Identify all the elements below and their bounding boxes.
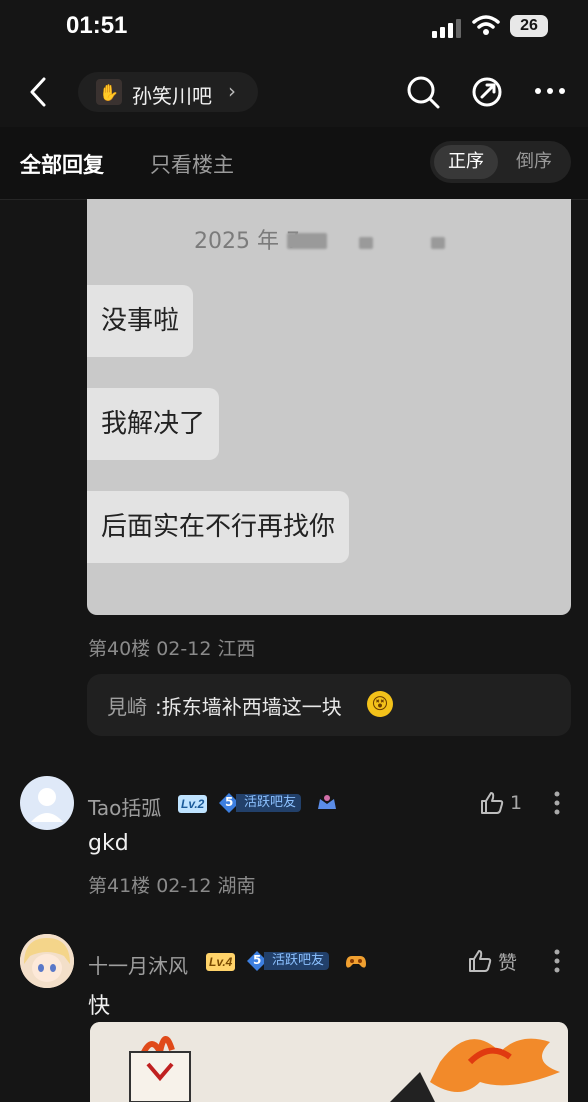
- meme-image-icon: [90, 1022, 568, 1102]
- search-icon[interactable]: [406, 75, 440, 109]
- badge-number: 5: [253, 953, 262, 967]
- post-content: 快: [88, 994, 111, 1019]
- post-image-meme[interactable]: [90, 1022, 568, 1102]
- chat-bubble: 没事啦: [87, 285, 194, 357]
- redacted-block: [431, 237, 445, 249]
- badge-label: 活跃吧友: [236, 794, 302, 812]
- share-icon[interactable]: [470, 75, 504, 109]
- more-options-icon[interactable]: [534, 85, 566, 97]
- game-controller-badge-icon: [346, 956, 366, 968]
- thumbs-up-icon[interactable]: [479, 790, 505, 816]
- back-arrow-icon[interactable]: [24, 75, 54, 109]
- cellular-signal-icon: [432, 19, 461, 38]
- level-badge: Lv.4: [206, 953, 236, 971]
- chat-bubble: 我解决了: [87, 388, 220, 460]
- dizzy-face-emoji-icon: 😵: [367, 691, 393, 717]
- post-floor-meta: 第40楼 02-12 江西: [88, 638, 256, 660]
- sort-toggle: 正序 倒序: [430, 141, 571, 183]
- tab-owner-only[interactable]: 只看楼主: [150, 149, 234, 179]
- top-nav-bar: ✋ 孙笑川吧 ›: [0, 55, 588, 127]
- username[interactable]: 十一月沐风: [88, 950, 188, 979]
- redacted-block: [359, 237, 373, 249]
- redacted-block: [287, 233, 327, 249]
- chat-bubble: 后面实在不行再找你: [87, 491, 350, 563]
- battery-indicator: 26: [510, 15, 548, 37]
- sub-reply-text: :拆东墙补西墙这一块: [155, 695, 342, 719]
- post-content: gkd: [88, 831, 129, 856]
- username[interactable]: Tao括弧: [88, 792, 161, 821]
- status-time: 01:51: [66, 12, 128, 39]
- forum-entry-button[interactable]: ✋ 孙笑川吧 ›: [78, 72, 258, 112]
- post-more-icon[interactable]: [554, 949, 560, 973]
- like-count: 1: [510, 792, 523, 814]
- chevron-right-icon: ›: [228, 79, 236, 103]
- sub-reply-author[interactable]: 見崎: [107, 691, 147, 720]
- thumbs-up-icon[interactable]: [467, 948, 493, 974]
- level-badge: Lv.2: [178, 795, 208, 813]
- chat-date-text: 2025 年 7: [194, 229, 300, 254]
- status-bar: 01:51 26: [0, 0, 588, 55]
- post-floor-meta: 第41楼 02-12 湖南: [88, 875, 256, 897]
- user-avatar[interactable]: [20, 776, 74, 830]
- sort-ascending-button[interactable]: 正序: [434, 145, 498, 179]
- sub-reply-box[interactable]: 見崎 :拆东墙补西墙这一块 😵: [87, 674, 571, 736]
- post-more-icon[interactable]: [554, 791, 560, 815]
- wifi-icon: [472, 15, 500, 35]
- forum-avatar-icon: ✋: [96, 79, 122, 105]
- forum-name: 孙笑川吧: [132, 84, 212, 108]
- badge-label: 活跃吧友: [264, 952, 330, 970]
- user-avatar[interactable]: [20, 934, 74, 988]
- default-avatar-icon: [31, 788, 63, 822]
- tab-all-replies[interactable]: 全部回复: [20, 149, 104, 179]
- badge-number: 5: [225, 795, 234, 809]
- reply-filter-bar: 全部回复 只看楼主 正序 倒序: [0, 127, 588, 200]
- like-label[interactable]: 赞: [498, 948, 517, 975]
- crown-badge-icon: [318, 795, 336, 809]
- anime-girl-avatar-icon: [20, 934, 74, 988]
- sort-descending-button[interactable]: 倒序: [502, 145, 566, 179]
- post-image-chat-screenshot[interactable]: 2025 年 7 没事啦 我解决了 后面实在不行再找你: [87, 199, 571, 615]
